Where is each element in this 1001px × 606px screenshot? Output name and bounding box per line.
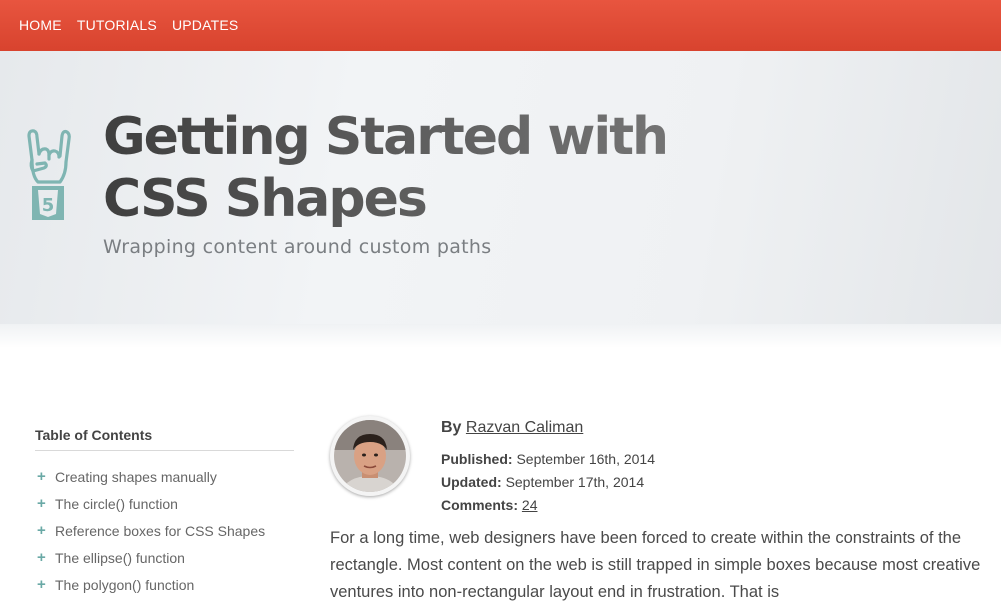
toc-title: Table of Contents	[35, 427, 294, 451]
comments-link[interactable]: 24	[522, 497, 538, 513]
published-value: September 16th, 2014	[516, 451, 655, 467]
toc-item-label: Reference boxes for CSS Shapes	[55, 522, 266, 539]
toc-item[interactable]: + Creating shapes manually	[35, 463, 294, 490]
hero-divider	[0, 324, 1001, 348]
article-meta: By Razvan Caliman Published: September 1…	[441, 419, 655, 517]
author-portrait-icon	[334, 420, 406, 492]
by-label: By	[441, 419, 462, 436]
nav-updates-link[interactable]: UPDATES	[172, 18, 239, 32]
comments-count: Comments: 24	[441, 494, 655, 517]
plus-icon: +	[37, 576, 46, 593]
author-avatar[interactable]	[330, 416, 410, 496]
toc-item-label: The circle() function	[55, 495, 178, 512]
toc-item[interactable]: + The ellipse() function	[35, 544, 294, 571]
nav-home-link[interactable]: HOME	[19, 18, 62, 32]
article-intro: For a long time, web designers have been…	[330, 529, 981, 601]
published-label: Published:	[441, 451, 513, 467]
author-byline: By Razvan Caliman	[441, 419, 655, 441]
published-date: Published: September 16th, 2014	[441, 448, 655, 471]
html5-rock-hand-icon: 5	[27, 129, 71, 220]
toc-item[interactable]: + Reference boxes for CSS Shapes	[35, 517, 294, 544]
plus-icon: +	[37, 468, 46, 485]
toc-item[interactable]: + The circle() function	[35, 490, 294, 517]
updated-label: Updated:	[441, 474, 502, 490]
top-navigation: HOME TUTORIALS UPDATES	[0, 0, 1001, 51]
toc-item-label: The polygon() function	[55, 576, 195, 593]
comments-label: Comments:	[441, 497, 519, 513]
toc-item-label: The ellipse() function	[55, 549, 185, 566]
page-subtitle: Wrapping content around custom paths	[103, 236, 492, 258]
svg-text:5: 5	[42, 195, 55, 216]
nav-tutorials-link[interactable]: TUTORIALS	[77, 18, 157, 32]
page-title: Getting Started with CSS Shapes	[103, 106, 743, 230]
updated-date: Updated: September 17th, 2014	[441, 471, 655, 494]
plus-icon: +	[37, 522, 46, 539]
toc-item-label: Creating shapes manually	[55, 468, 217, 485]
plus-icon: +	[37, 549, 46, 566]
updated-value: September 17th, 2014	[505, 474, 645, 490]
plus-icon: +	[37, 495, 46, 512]
toc-item[interactable]: + The polygon() function	[35, 571, 294, 598]
author-photo	[334, 420, 406, 492]
toc-list: + Creating shapes manually + The circle(…	[35, 463, 294, 598]
table-of-contents: Table of Contents + Creating shapes manu…	[35, 427, 294, 598]
author-name-link[interactable]: Razvan Caliman	[466, 419, 583, 436]
